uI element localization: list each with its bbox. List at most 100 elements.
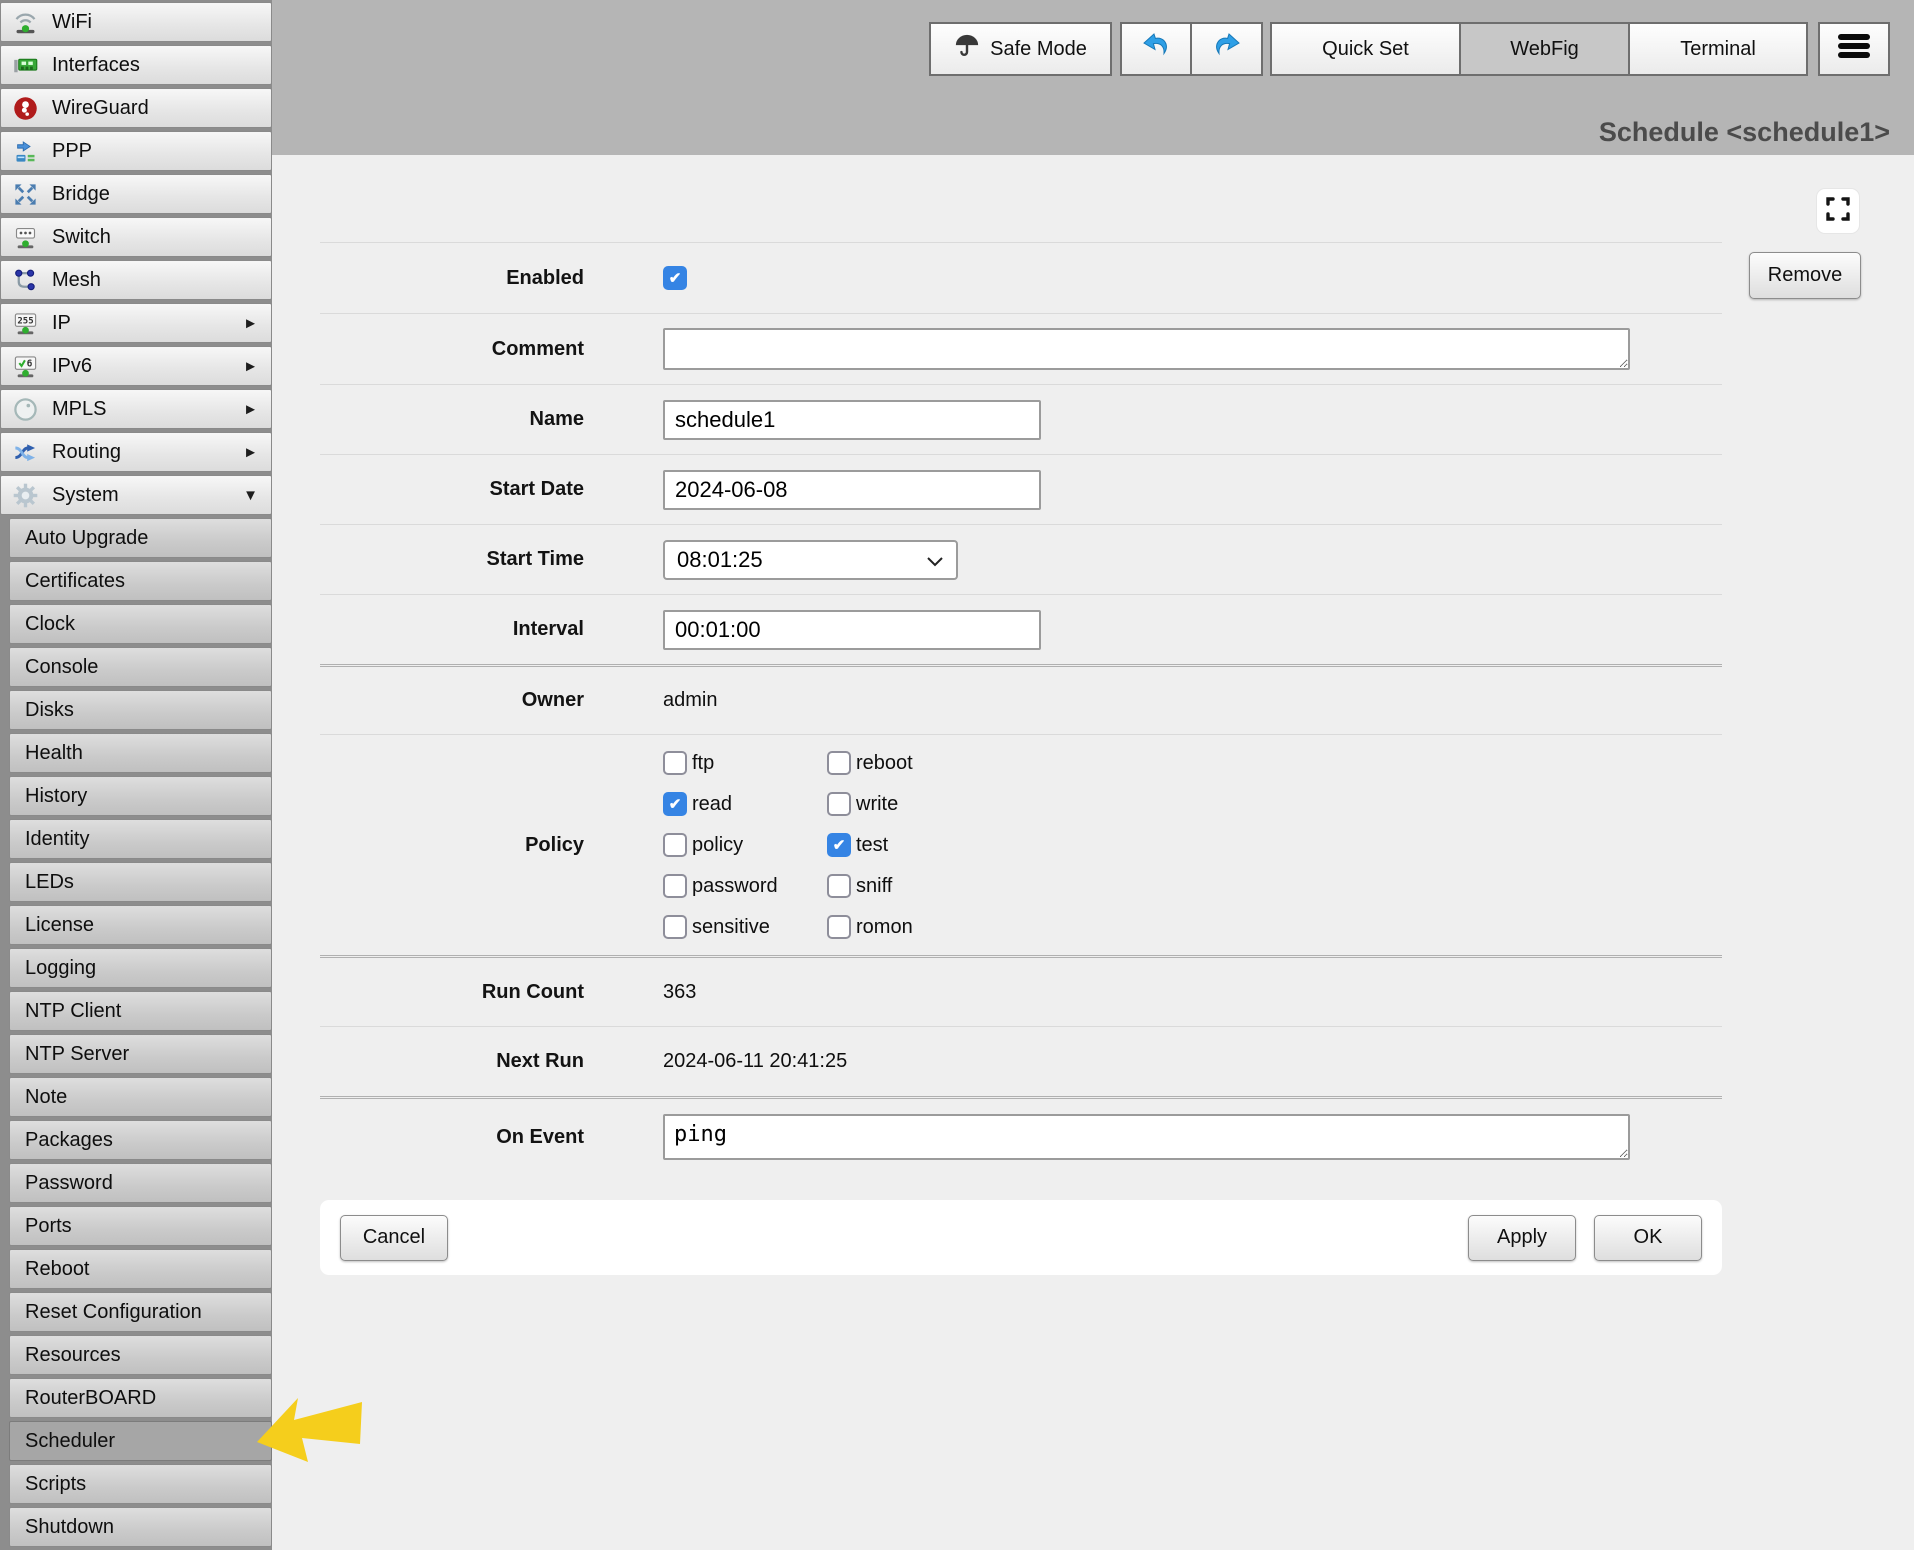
name-label: Name <box>320 408 584 431</box>
system-submenu-item[interactable]: Logging <box>9 948 272 988</box>
system-submenu-item[interactable]: Health <box>9 733 272 773</box>
form-row-interval: Interval <box>320 594 1722 664</box>
sidebar-item-icon <box>12 396 39 423</box>
policy-checkbox[interactable] <box>827 751 851 775</box>
sidebar-item[interactable]: 6 IPv6 ► <box>0 346 272 386</box>
sidebar-item[interactable]: WiFi <box>0 2 272 42</box>
system-submenu-item[interactable]: Reset Configuration <box>9 1292 272 1332</box>
system-submenu-item[interactable]: NTP Server <box>9 1034 272 1074</box>
policy-checkbox[interactable] <box>663 792 687 816</box>
name-input[interactable] <box>663 400 1041 440</box>
system-submenu-item-label: NTP Client <box>25 1000 121 1023</box>
schedule-form: Enabled Comment Name Start Date Start Ti <box>320 242 1722 1275</box>
comment-textarea[interactable] <box>663 328 1630 370</box>
top-header-band: Safe Mode Quick Set WebFig <box>272 0 1914 155</box>
policy-option[interactable]: sniff <box>827 874 913 899</box>
policy-option[interactable]: policy <box>663 833 827 858</box>
system-submenu-item[interactable]: Auto Upgrade <box>9 518 272 558</box>
sidebar-item[interactable]: Switch <box>0 217 272 257</box>
system-submenu-item-label: Certificates <box>25 570 125 593</box>
submenu-arrow-icon: ► <box>243 444 258 461</box>
system-submenu-item[interactable]: History <box>9 776 272 816</box>
system-submenu-item[interactable]: Shutdown <box>9 1507 272 1547</box>
sidebar-item-label: Routing <box>52 441 121 464</box>
redo-button[interactable] <box>1190 22 1263 76</box>
start-date-input[interactable] <box>663 470 1041 510</box>
sidebar-item[interactable]: Bridge <box>0 174 272 214</box>
terminal-tab[interactable]: Terminal <box>1628 22 1808 76</box>
system-submenu-item[interactable]: RouterBOARD <box>9 1378 272 1418</box>
system-submenu-item[interactable]: Console <box>9 647 272 687</box>
webfig-tab[interactable]: WebFig <box>1459 22 1630 76</box>
policy-checkbox[interactable] <box>663 915 687 939</box>
form-row-run-count: Run Count 363 <box>320 955 1722 1026</box>
system-submenu-item[interactable]: License <box>9 905 272 945</box>
on-event-textarea[interactable]: ping <box>663 1114 1630 1160</box>
system-submenu-item[interactable]: Scheduler <box>9 1421 272 1461</box>
policy-checkbox[interactable] <box>827 792 851 816</box>
sidebar-item-icon: 255 <box>12 310 39 337</box>
sidebar-item[interactable]: Routing ► <box>0 432 272 472</box>
sidebar-item[interactable]: PPP <box>0 131 272 171</box>
policy-checkbox[interactable] <box>663 751 687 775</box>
start-time-select[interactable]: 08:01:25 <box>663 540 958 580</box>
sidebar-item-icon <box>12 224 39 251</box>
system-submenu-item[interactable]: Note <box>9 1077 272 1117</box>
policy-option[interactable]: sensitive <box>663 915 827 940</box>
system-submenu-item[interactable]: Reboot <box>9 1249 272 1289</box>
policy-option[interactable]: romon <box>827 915 913 940</box>
sidebar-item-icon <box>12 267 39 294</box>
undo-button[interactable] <box>1120 22 1192 76</box>
system-submenu-item[interactable]: Ports <box>9 1206 272 1246</box>
ok-button[interactable]: OK <box>1594 1215 1702 1261</box>
enabled-checkbox[interactable] <box>663 266 687 290</box>
system-submenu-item[interactable]: Certificates <box>9 561 272 601</box>
system-submenu-item[interactable]: Resources <box>9 1335 272 1375</box>
sidebar-item-icon <box>12 138 39 165</box>
fullscreen-button[interactable] <box>1816 188 1860 234</box>
system-submenu-item[interactable]: Clock <box>9 604 272 644</box>
system-submenu-item-label: Health <box>25 742 83 765</box>
interval-input[interactable] <box>663 610 1041 650</box>
sidebar-item-icon <box>12 9 39 36</box>
main-area: Safe Mode Quick Set WebFig <box>272 0 1914 1550</box>
policy-checkbox[interactable] <box>827 874 851 898</box>
cancel-button[interactable]: Cancel <box>340 1215 448 1261</box>
sidebar-item-label: Bridge <box>52 183 110 206</box>
safe-mode-label: Safe Mode <box>990 38 1087 61</box>
sidebar-item[interactable]: WireGuard <box>0 88 272 128</box>
sidebar-item[interactable]: Interfaces <box>0 45 272 85</box>
system-submenu-item-label: Resources <box>25 1344 121 1367</box>
system-submenu-item[interactable]: Scripts <box>9 1464 272 1504</box>
policy-option[interactable]: password <box>663 874 827 899</box>
sidebar-item[interactable]: MPLS ► <box>0 389 272 429</box>
system-submenu-item[interactable]: Password <box>9 1163 272 1203</box>
policy-checkbox[interactable] <box>827 915 851 939</box>
policy-option[interactable]: read <box>663 792 827 817</box>
comment-label: Comment <box>320 338 584 361</box>
sidebar-item[interactable]: System ▼ <box>0 475 272 515</box>
policy-column-1: ftp read policy pass <box>663 751 827 940</box>
apply-button[interactable]: Apply <box>1468 1215 1576 1261</box>
policy-option[interactable]: test <box>827 833 913 858</box>
page-title: Schedule <schedule1> <box>1599 117 1890 148</box>
system-submenu-item[interactable]: Packages <box>9 1120 272 1160</box>
sidebar-item[interactable]: 255 IP ► <box>0 303 272 343</box>
system-submenu-item[interactable]: Disks <box>9 690 272 730</box>
quick-set-tab[interactable]: Quick Set <box>1270 22 1461 76</box>
system-submenu-item[interactable]: NTP Client <box>9 991 272 1031</box>
remove-button[interactable]: Remove <box>1749 252 1861 299</box>
policy-option-label: policy <box>692 834 743 857</box>
policy-option[interactable]: write <box>827 792 913 817</box>
menu-button[interactable] <box>1818 22 1890 76</box>
policy-column-2: reboot write test sn <box>827 751 913 940</box>
sidebar-item[interactable]: Mesh <box>0 260 272 300</box>
system-submenu-item[interactable]: LEDs <box>9 862 272 902</box>
policy-checkbox[interactable] <box>827 833 851 857</box>
policy-checkbox[interactable] <box>663 833 687 857</box>
policy-option[interactable]: ftp <box>663 751 827 776</box>
system-submenu-item[interactable]: Identity <box>9 819 272 859</box>
policy-option[interactable]: reboot <box>827 751 913 776</box>
safe-mode-button[interactable]: Safe Mode <box>929 22 1112 76</box>
policy-checkbox[interactable] <box>663 874 687 898</box>
